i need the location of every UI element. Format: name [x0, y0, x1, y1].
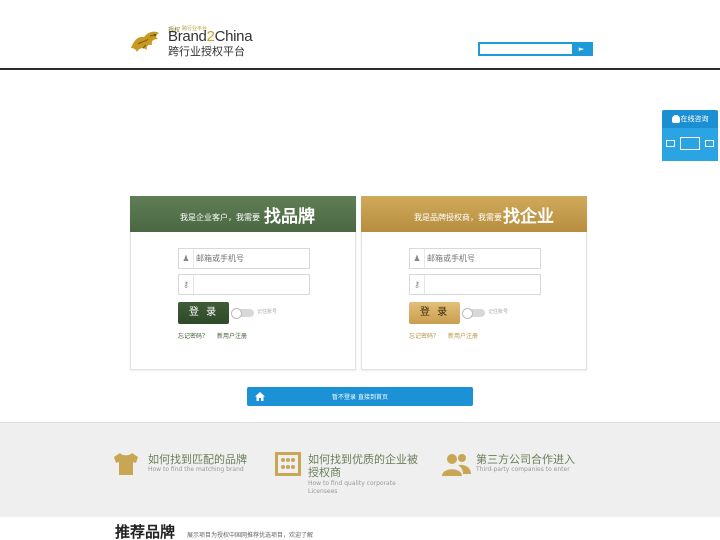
- site-logo[interactable]: 授权 跨行业平台 Brand2China 跨行业授权平台: [128, 24, 258, 58]
- find-company-title: 找企业: [503, 207, 554, 227]
- register-link[interactable]: 新用户注册: [217, 333, 247, 340]
- contact-panel: [662, 128, 718, 161]
- forgot-password-link[interactable]: 忘记密码？: [178, 333, 208, 340]
- online-consult-title: 在线咨询: [662, 114, 718, 124]
- section-title: 推荐品牌: [115, 523, 176, 540]
- help-title: 如何找到匹配的品牌: [148, 453, 247, 466]
- login-button[interactable]: 登 录: [178, 302, 229, 324]
- user-icon: ♟: [179, 249, 194, 268]
- find-brand-title: 找品牌: [264, 207, 315, 227]
- login-button[interactable]: 登 录: [409, 302, 460, 324]
- password-field: ⚷: [409, 274, 541, 295]
- search-button[interactable]: ►: [572, 44, 591, 54]
- recommended-brands-header: 推荐品牌 展示项目为授权中国网推荐优选项目，欢迎了解: [115, 520, 715, 540]
- find-company-login-panel: 我是品牌授权商，我需要 找企业 ♟ ⚷ 登 录 记住账号 忘记密码？ 新用户注册: [361, 196, 587, 370]
- people-icon: [442, 454, 471, 476]
- skip-login-button[interactable]: 暂不登录 直接到首页: [247, 387, 473, 406]
- help-band: 如何找到匹配的品牌 How to find the matching brand…: [0, 422, 720, 517]
- search-input[interactable]: [480, 44, 574, 54]
- username-field: ♟: [409, 248, 541, 269]
- header: 授权 跨行业平台 Brand2China 跨行业授权平台 ►: [0, 0, 720, 70]
- online-consult-widget[interactable]: 在线咨询: [662, 110, 718, 161]
- help-subtitle: How to find quality corporate Licensees: [308, 480, 396, 495]
- password-input[interactable]: [427, 277, 537, 292]
- register-link[interactable]: 新用户注册: [448, 333, 478, 340]
- find-brand-login-panel: 我是企业客户，我需要 找品牌 ♟ ⚷ 登 录 记住账号 忘记密码？ 新用户注册: [130, 196, 356, 370]
- user-icon: [671, 115, 680, 123]
- tshirt-icon: [114, 453, 138, 475]
- password-field: ⚷: [178, 274, 310, 295]
- help-title: 如何找到优质的企业被授权商: [308, 453, 418, 479]
- abacus-icon: [275, 452, 301, 476]
- remember-label: 记住账号: [257, 309, 278, 315]
- key-icon: ⚷: [179, 275, 194, 294]
- username-input[interactable]: [196, 251, 306, 266]
- account-links: 忘记密码？ 新用户注册: [409, 331, 478, 340]
- remember-label: 记住账号: [488, 309, 509, 315]
- help-subtitle: How to find the matching brand: [148, 466, 244, 473]
- mail-icon[interactable]: [666, 140, 675, 147]
- find-brand-subtitle: 我是企业客户，我需要: [180, 213, 260, 222]
- dragon-logo-icon: [131, 31, 159, 52]
- remember-toggle[interactable]: [231, 308, 254, 319]
- arrow-right-icon: ►: [578, 45, 585, 53]
- password-input[interactable]: [196, 277, 306, 292]
- find-company-header: 我是品牌授权商，我需要 找企业: [361, 196, 587, 232]
- forgot-password-link[interactable]: 忘记密码？: [409, 333, 439, 340]
- help-title: 第三方公司合作进入: [476, 453, 575, 466]
- find-company-subtitle: 我是品牌授权商，我需要: [414, 213, 502, 222]
- key-icon: ⚷: [410, 275, 425, 294]
- username-field: ♟: [178, 248, 310, 269]
- help-subtitle: Third-party companies to enter: [476, 466, 570, 473]
- username-input[interactable]: [427, 251, 537, 266]
- mail-icon[interactable]: [705, 140, 714, 147]
- user-icon: ♟: [410, 249, 425, 268]
- account-links: 忘记密码？ 新用户注册: [178, 331, 247, 340]
- mail-large-icon[interactable]: [680, 137, 700, 150]
- page: 授权 跨行业平台 Brand2China 跨行业授权平台 ► 在线咨询 我是企业…: [0, 0, 720, 540]
- search-box: ►: [478, 42, 593, 56]
- find-brand-header: 我是企业客户，我需要 找品牌: [130, 196, 356, 232]
- logo-subtitle: 跨行业授权平台: [168, 45, 245, 58]
- section-description: 展示项目为授权中国网推荐优选项目，欢迎了解: [187, 532, 314, 539]
- remember-toggle[interactable]: [462, 308, 485, 319]
- skip-login-label: 暂不登录 直接到首页: [332, 394, 388, 401]
